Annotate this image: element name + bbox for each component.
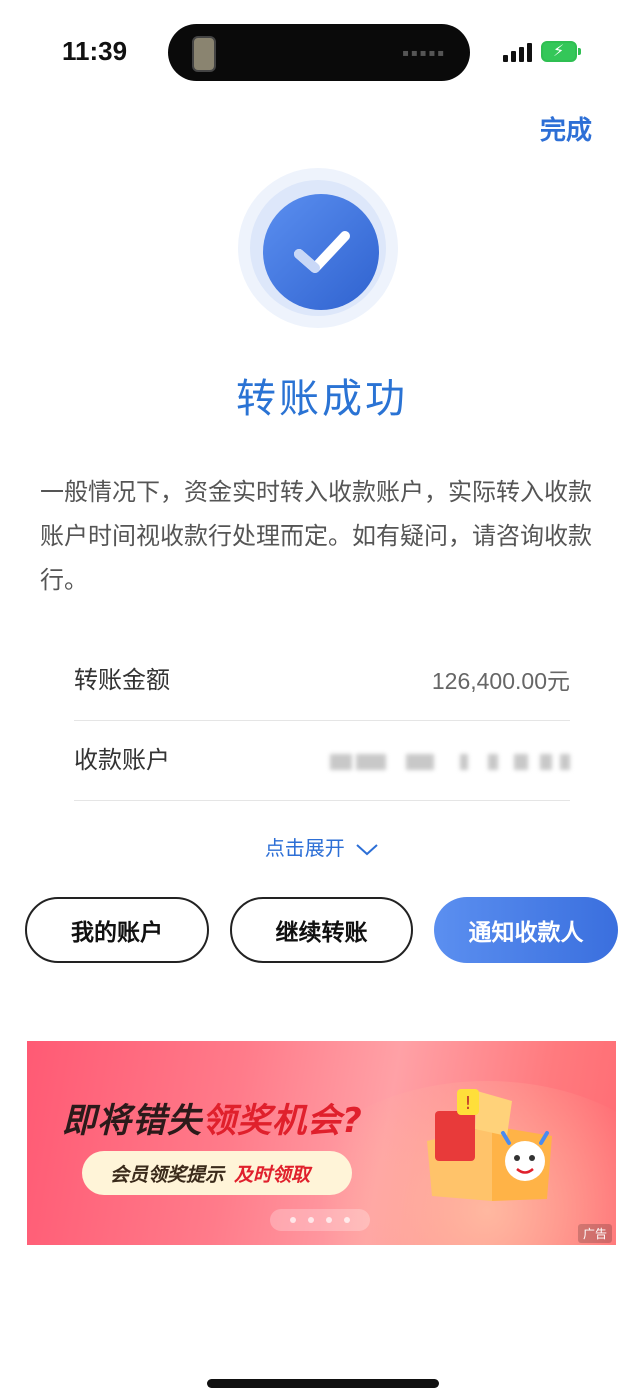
success-check-icon <box>238 168 398 328</box>
notify-payee-button[interactable]: 通知收款人 <box>434 897 618 963</box>
amount-label: 转账金额 <box>74 666 170 694</box>
status-time: 11:39 <box>62 36 128 66</box>
banner-subtitle-pill: 会员领奖提示 及时领取 <box>82 1151 352 1195</box>
battery-charging-icon: ⚡ <box>541 41 581 62</box>
live-activity-thumbnail <box>192 36 216 72</box>
detail-row-amount: 转账金额 126,400.00元 <box>74 640 570 721</box>
account-label: 收款账户 <box>74 746 170 774</box>
amount-value: 126,400.00元 <box>431 668 570 694</box>
signal-icon <box>503 42 535 62</box>
result-description: 一般情况下，资金实时转入收款账户，实际转入收款账户时间视收款行处理而定。如有疑问… <box>40 478 592 594</box>
account-value-redacted <box>330 754 570 772</box>
my-account-button[interactable]: 我的账户 <box>25 897 209 963</box>
continue-transfer-button[interactable]: 继续转账 <box>230 897 413 963</box>
banner-headline: 即将错失领奖机会? <box>62 1101 363 1141</box>
detail-row-account: 收款账户 <box>74 720 570 801</box>
gift-box-mascot-icon: ! <box>427 1089 552 1201</box>
dynamic-island: ▪▪▪▪▪ <box>168 24 470 81</box>
waveform-icon: ▪▪▪▪▪ <box>402 48 446 59</box>
result-title: 转账成功 <box>236 376 408 422</box>
carousel-indicator[interactable] <box>270 1209 370 1231</box>
ad-banner[interactable]: 即将错失领奖机会? 会员领奖提示 及时领取 ! 广告 <box>27 1041 616 1245</box>
svg-text:!: ! <box>464 1093 471 1114</box>
done-button[interactable]: 完成 <box>540 110 592 147</box>
chevron-down-icon <box>356 843 378 855</box>
ad-label: 广告 <box>577 1224 612 1243</box>
status-bar: 11:39 ▪▪▪▪▪ ⚡ <box>0 0 644 100</box>
expand-details-link[interactable]: 点击展开 <box>0 832 644 861</box>
home-indicator[interactable] <box>207 1379 439 1388</box>
expand-label: 点击展开 <box>264 836 345 860</box>
